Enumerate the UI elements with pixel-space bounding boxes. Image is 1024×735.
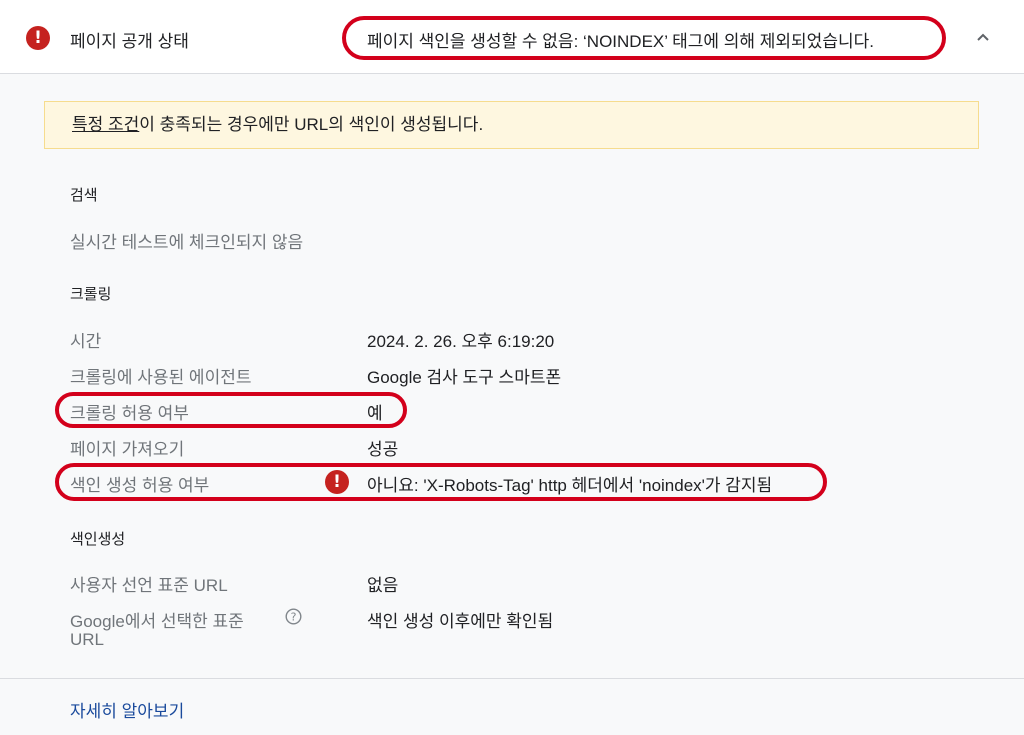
value-user-canonical: 없음 bbox=[367, 576, 399, 595]
footer: 자세히 알아보기 bbox=[0, 678, 1024, 735]
svg-text:?: ? bbox=[291, 611, 297, 624]
value-crawl-agent: Google 검사 도구 스마트폰 bbox=[367, 368, 562, 387]
section-title-page-visibility: 페이지 공개 상태 bbox=[70, 32, 189, 51]
value-page-fetch: 성공 bbox=[367, 440, 399, 459]
page-visibility-header[interactable]: ! 페이지 공개 상태 페이지 색인을 생성할 수 없음: ‘NOINDEX’ … bbox=[0, 0, 1024, 74]
value-google-canonical: 색인 생성 이후에만 확인됨 bbox=[367, 612, 554, 631]
notice-banner: 특정 조건이 충족되는 경우에만 URL의 색인이 생성됩니다. bbox=[44, 101, 979, 149]
error-icon: ! bbox=[26, 26, 50, 50]
label-crawl-allowed: 크롤링 허용 여부 bbox=[70, 404, 189, 423]
learn-more-link[interactable]: 자세히 알아보기 bbox=[70, 697, 184, 722]
value-crawl-time: 2024. 2. 26. 오후 6:19:20 bbox=[367, 332, 555, 351]
section-title-search: 검색 bbox=[70, 187, 98, 204]
value-indexing-allowed: 아니요: 'X-Robots-Tag' http 헤더에서 'noindex'가… bbox=[367, 476, 773, 495]
section-title-crawling: 크롤링 bbox=[70, 286, 112, 303]
chevron-up-icon[interactable] bbox=[970, 26, 996, 48]
label-indexing-allowed: 색인 생성 허용 여부 bbox=[70, 476, 210, 495]
index-status-text: 페이지 색인을 생성할 수 없음: ‘NOINDEX’ 태그에 의해 제외되었습… bbox=[367, 32, 874, 51]
search-status-text: 실시간 테스트에 체크인되지 않음 bbox=[70, 233, 304, 252]
value-crawl-allowed: 예 bbox=[367, 404, 383, 423]
label-page-fetch: 페이지 가져오기 bbox=[70, 440, 185, 459]
label-google-canonical-line2: URL bbox=[70, 630, 105, 649]
label-crawl-agent: 크롤링에 사용된 에이전트 bbox=[70, 368, 252, 387]
section-title-indexing: 색인생성 bbox=[70, 531, 126, 548]
label-google-canonical: Google에서 선택한 표준 bbox=[70, 612, 244, 631]
error-icon: ! bbox=[325, 470, 349, 494]
notice-text: 이 충족되는 경우에만 URL의 색인이 생성됩니다. bbox=[139, 115, 484, 134]
label-user-canonical: 사용자 선언 표준 URL bbox=[70, 576, 228, 595]
specific-conditions-link[interactable]: 특정 조건 bbox=[72, 115, 139, 134]
help-icon[interactable]: ? bbox=[285, 608, 302, 625]
label-crawl-time: 시간 bbox=[70, 332, 102, 351]
